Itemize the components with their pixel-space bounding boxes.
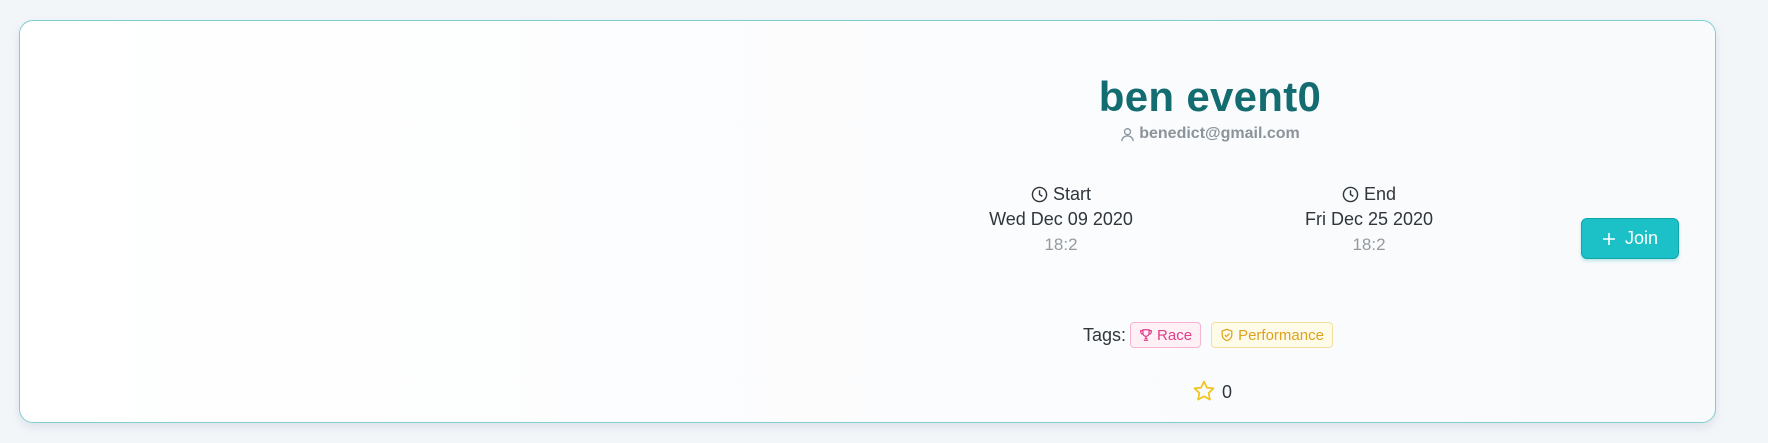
rating-row: 0 [1192, 378, 1232, 403]
trophy-icon [1139, 328, 1153, 342]
event-title: ben event0 [1098, 73, 1322, 120]
end-heading: End [1269, 183, 1469, 205]
plus-icon [1602, 232, 1616, 246]
end-date-block: End Fri Dec 25 2020 18:2 [1269, 183, 1469, 255]
star-outline-icon[interactable] [1192, 379, 1216, 403]
tag-race[interactable]: Race [1130, 322, 1202, 348]
tags-label: Tags: [1083, 324, 1127, 345]
end-date: Fri Dec 25 2020 [1304, 209, 1434, 229]
event-card: ben event0 benedict@gmail.com Start Wed … [19, 20, 1716, 423]
start-time: 18:2 [1044, 235, 1078, 254]
rating-count: 0 [1222, 382, 1233, 402]
organizer-row: benedict@gmail.com [1060, 125, 1360, 143]
user-icon [1120, 127, 1135, 142]
clock-icon [1342, 186, 1359, 203]
tag-performance[interactable]: Performance [1211, 322, 1333, 348]
start-label: Start [1052, 183, 1091, 204]
start-date-block: Start Wed Dec 09 2020 18:2 [961, 183, 1161, 255]
clock-icon [1031, 186, 1048, 203]
start-heading: Start [961, 183, 1161, 205]
start-date: Wed Dec 09 2020 [989, 209, 1133, 229]
tag-performance-label: Performance [1238, 326, 1324, 344]
tags-row: Tags: Race Performance [1083, 321, 1333, 349]
join-label: Join [1624, 228, 1659, 248]
organizer-email: benedict@gmail.com [1139, 125, 1300, 142]
end-time: 18:2 [1352, 235, 1386, 254]
end-label: End [1363, 183, 1397, 204]
shield-check-icon [1220, 328, 1234, 342]
tag-race-label: Race [1157, 326, 1193, 344]
join-button[interactable]: Join [1581, 218, 1679, 259]
